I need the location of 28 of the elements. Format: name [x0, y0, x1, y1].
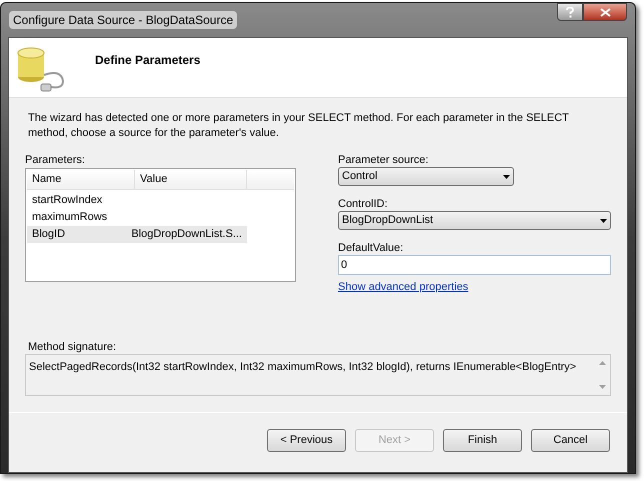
default-value-field[interactable]: 0 — [338, 255, 611, 275]
parameter-row[interactable]: maximumRows — [27, 209, 247, 226]
dropdown-arrow-icon — [503, 174, 510, 178]
description-text: The wizard has detected one or more parameters in your SELECT method. For each parameter in the SELECT method, choose a source for the parameter's value. — [28, 111, 570, 141]
dropdown-arrow-icon — [600, 218, 607, 222]
control-id-dropdown[interactable]: BlogDropDownList — [338, 211, 611, 230]
parameters-list[interactable]: Name Value startRowIndex maximumRows BlogID BlogDropDownList.S... — [25, 168, 296, 282]
parameters-label: Parameters: — [25, 153, 86, 166]
parameter-source-label: Parameter source: — [338, 153, 430, 166]
method-signature-label: Method signature: — [28, 340, 118, 352]
help-icon — [566, 6, 574, 18]
control-id-label: ControlID: — [338, 197, 389, 210]
parameter-row[interactable]: BlogID BlogDropDownList.S... — [27, 226, 247, 243]
parameter-row[interactable]: startRowIndex — [27, 192, 247, 209]
wizard-button[interactable]: Finish — [443, 428, 522, 452]
page-title: Define Parameters — [95, 52, 200, 68]
column-header[interactable]: Name — [27, 170, 135, 189]
wizard-button[interactable]: Cancel — [531, 428, 610, 452]
advanced-properties-link[interactable]: Show advanced properties — [338, 279, 468, 296]
method-signature-text: SelectPagedRecords(Int32 startRowIndex, Int32 maximumRows, Int32 blogId), returns IEnumerable<BlogEntry> — [28, 360, 578, 374]
wizard-button[interactable]: < Previous — [267, 428, 346, 452]
parameter-source-dropdown[interactable]: Control — [338, 167, 514, 186]
close-button[interactable] — [583, 3, 627, 21]
default-value-label: DefaultValue: — [338, 241, 404, 254]
window-title: Configure Data Source - BlogDataSource — [9, 11, 238, 29]
column-header[interactable]: Value — [135, 170, 247, 189]
help-button[interactable] — [557, 3, 583, 21]
close-icon — [600, 8, 610, 16]
